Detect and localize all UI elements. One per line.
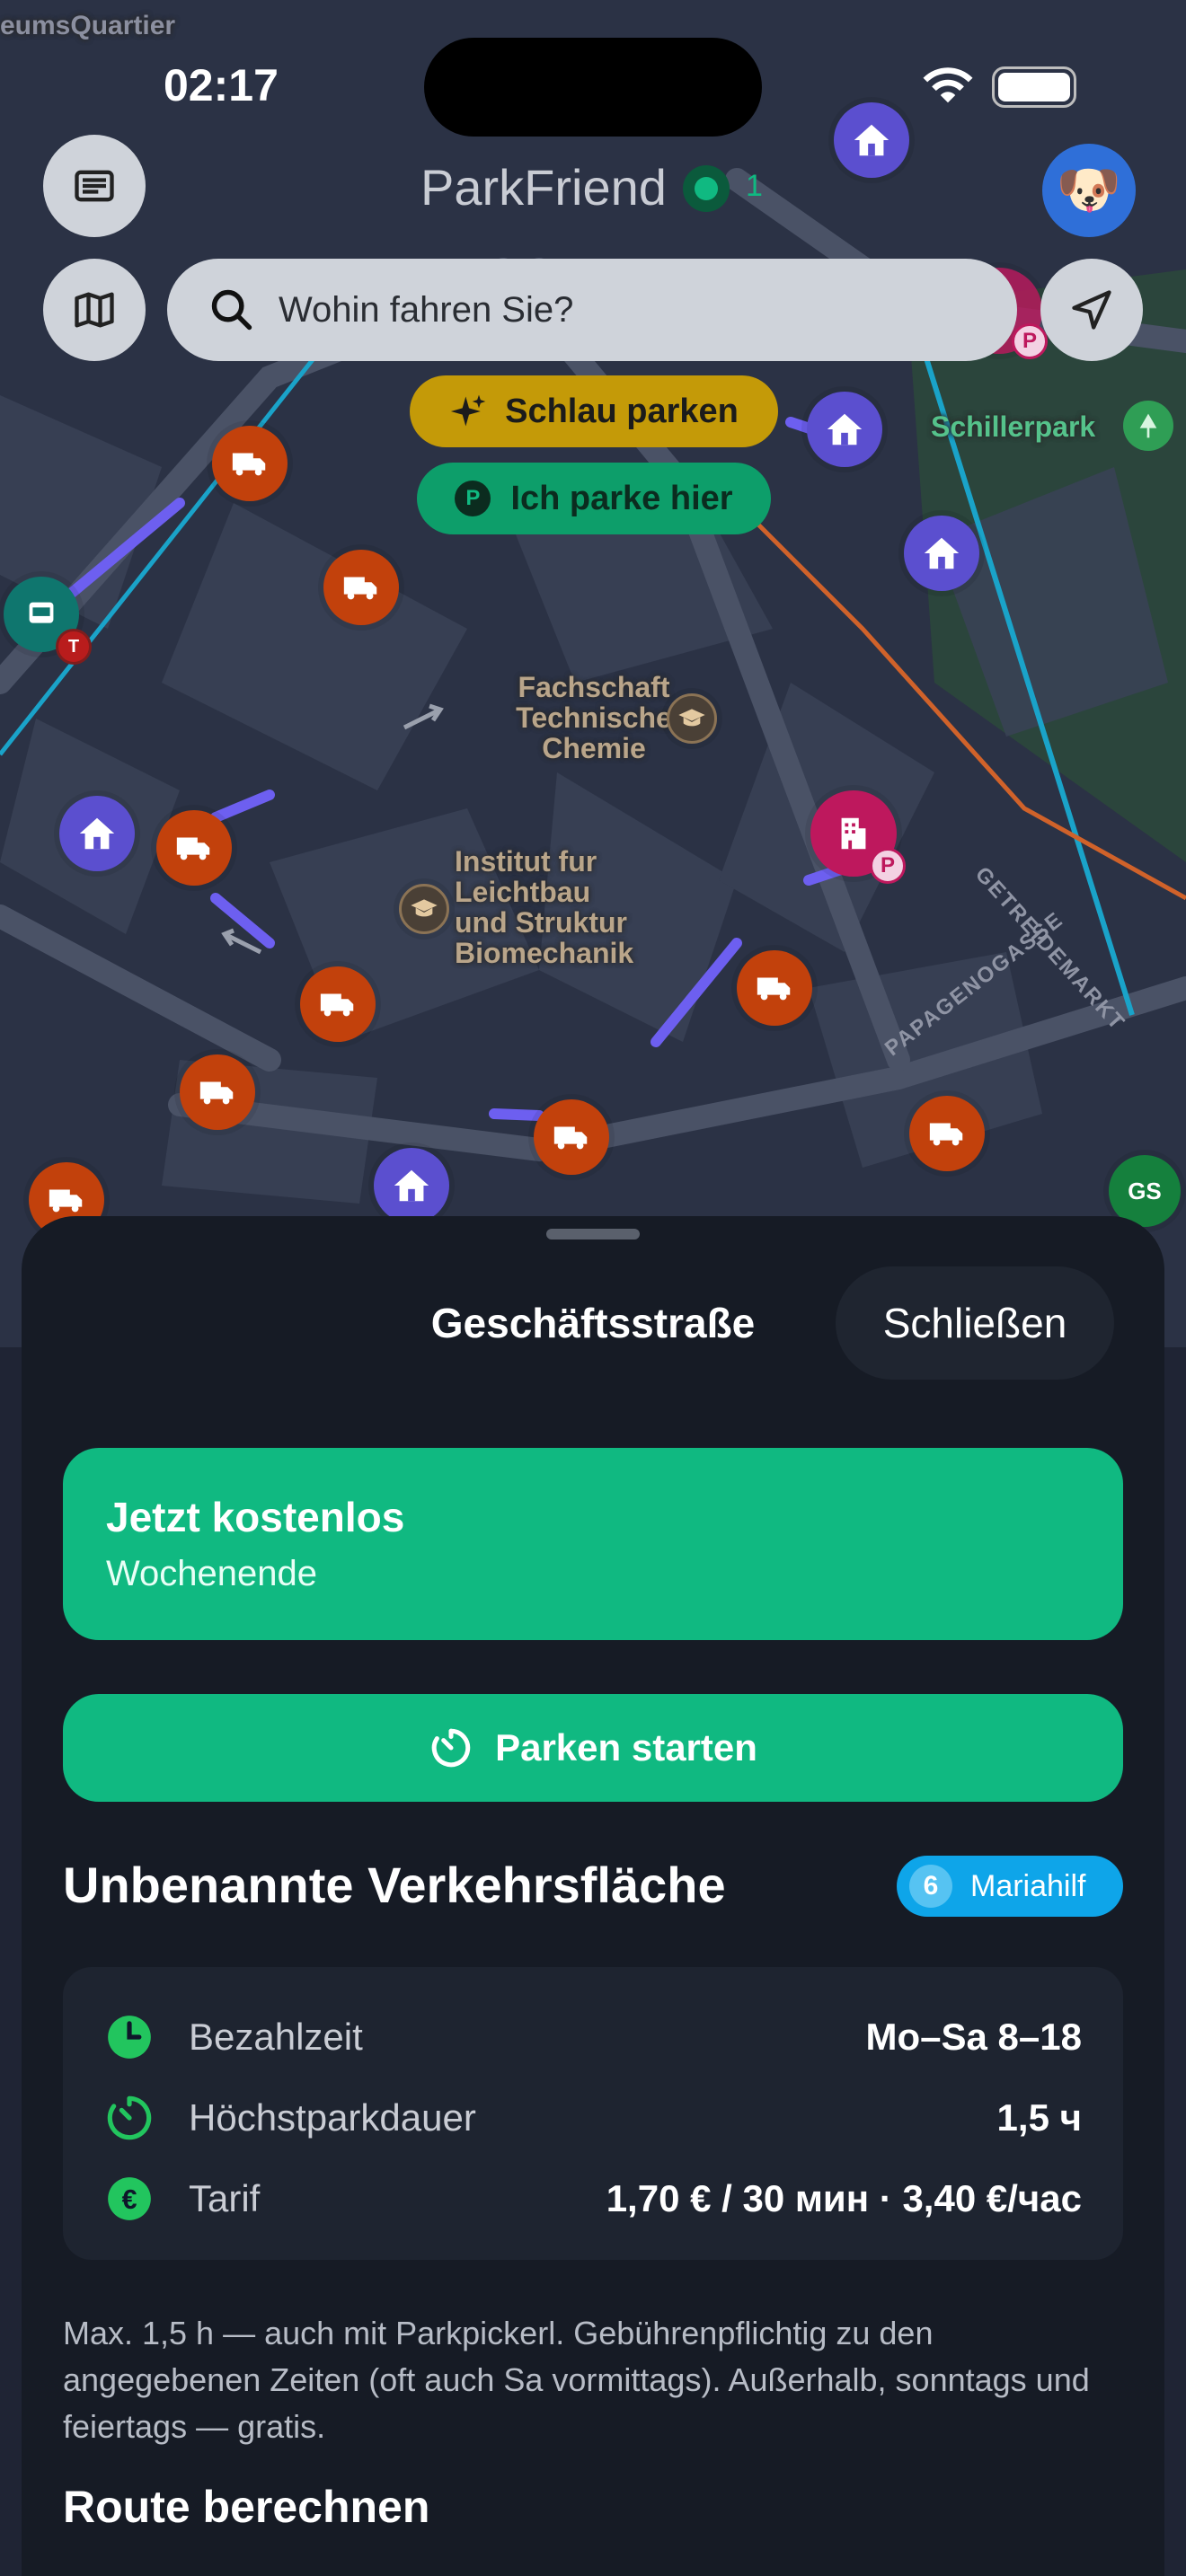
location-arrow-icon: [1072, 290, 1111, 330]
search-placeholder: Wohin fahren Sie?: [279, 289, 574, 330]
education-icon[interactable]: [399, 884, 449, 934]
wifi-icon: [918, 63, 978, 112]
free-status-subtitle: Wochenende: [106, 1554, 317, 1593]
info-value: 1,5 ч: [996, 2096, 1082, 2139]
info-row-tariff: € Tarif 1,70 € / 30 мин · 3,40 €/час: [63, 2163, 1123, 2235]
parking-badge: P: [870, 848, 906, 884]
info-label: Tarif: [189, 2177, 261, 2219]
residential-icon[interactable]: [904, 516, 979, 591]
smart-parking-label: Schlau parken: [505, 392, 739, 430]
start-parking-label: Parken starten: [495, 1726, 757, 1769]
district-name: Mariahilf: [970, 1868, 1086, 1903]
map-label-schillerpark: Schillerpark: [931, 410, 1096, 443]
park-tree-icon[interactable]: [1123, 401, 1173, 451]
search-input[interactable]: Wohin fahren Sie?: [167, 259, 1017, 361]
delivery-truck-icon[interactable]: [909, 1096, 985, 1171]
delivery-truck-icon[interactable]: [534, 1099, 609, 1175]
sparkles-icon: [450, 394, 486, 427]
delivery-truck-icon[interactable]: [323, 550, 399, 625]
status-time: 02:17: [164, 60, 279, 110]
map-label-institut: Institut fur Leichtbau und Struktur Biom…: [455, 845, 634, 969]
map-style-button[interactable]: [43, 259, 146, 361]
bottom-sheet[interactable]: Geschäftsstraße Schließen Jetzt kostenlo…: [22, 1216, 1164, 2576]
residential-icon[interactable]: [59, 796, 135, 871]
tram-badge: T: [56, 629, 92, 665]
tariff-info-card: Bezahlzeit Mo–Sa 8–18 Höchstparkdauer 1,…: [63, 1967, 1123, 2260]
map-label-museumsquartier: eumsQuartier: [0, 11, 176, 40]
news-button[interactable]: [43, 135, 146, 237]
delivery-truck-icon[interactable]: [737, 950, 812, 1026]
parking-icon: P: [455, 481, 491, 516]
route-section-title: Route berechnen: [63, 2482, 430, 2532]
park-here-label: Ich parke hier: [510, 479, 733, 517]
info-value: Mo–Sa 8–18: [865, 2016, 1082, 2058]
delivery-truck-icon[interactable]: [180, 1054, 255, 1130]
smart-parking-button[interactable]: Schlau parken: [410, 375, 778, 447]
online-status-icon: [683, 165, 730, 212]
app-screen: eumsQuartier Schillerpark Fachschaft Tec…: [0, 0, 1186, 2576]
timer-icon: [106, 2095, 153, 2141]
free-status-title: Jetzt kostenlos: [106, 1494, 405, 1540]
residential-icon[interactable]: [834, 102, 909, 178]
info-value: 1,70 € / 30 мин · 3,40 €/час: [606, 2177, 1082, 2219]
app-title: ParkFriend: [420, 159, 667, 216]
online-count: 1: [746, 169, 763, 203]
delivery-truck-icon[interactable]: [212, 426, 288, 501]
parking-badge: P: [1012, 323, 1048, 359]
education-icon[interactable]: [667, 693, 717, 744]
map-icon: [75, 292, 114, 328]
delivery-truck-icon[interactable]: [156, 810, 232, 886]
euro-icon: €: [106, 2175, 153, 2222]
district-number: 6: [909, 1865, 952, 1908]
timer-icon: [431, 1728, 471, 1768]
sheet-grabber[interactable]: [546, 1229, 640, 1239]
tariff-note: Max. 1,5 h — auch mit Parkpickerl. Gebüh…: [63, 2315, 1090, 2445]
avatar[interactable]: 🐶: [1042, 144, 1136, 237]
search-icon: [208, 287, 255, 333]
delivery-truck-icon[interactable]: [300, 966, 376, 1042]
locate-button[interactable]: [1040, 259, 1143, 361]
info-label: Höchstparkdauer: [189, 2096, 476, 2139]
dynamic-island: [424, 38, 762, 137]
newspaper-icon: [75, 170, 114, 202]
svg-text:€: €: [122, 2185, 137, 2215]
clock-icon: [106, 2014, 153, 2060]
close-button[interactable]: Schließen: [836, 1266, 1114, 1380]
free-status-card: Jetzt kostenlos Wochenende: [63, 1448, 1123, 1640]
battery-icon: [992, 66, 1076, 108]
residential-icon[interactable]: [807, 392, 882, 467]
info-label: Bezahlzeit: [189, 2016, 363, 2058]
start-parking-button[interactable]: Parken starten: [63, 1694, 1123, 1802]
street-name: Unbenannte Verkehrsfläche: [63, 1857, 726, 1913]
district-badge: 6 Mariahilf: [897, 1856, 1123, 1917]
info-row-pay-time: Bezahlzeit Mo–Sa 8–18: [63, 2001, 1123, 2073]
info-row-max-duration: Höchstparkdauer 1,5 ч: [63, 2082, 1123, 2154]
park-here-button[interactable]: P Ich parke hier: [417, 463, 771, 534]
residential-icon[interactable]: [374, 1148, 449, 1223]
